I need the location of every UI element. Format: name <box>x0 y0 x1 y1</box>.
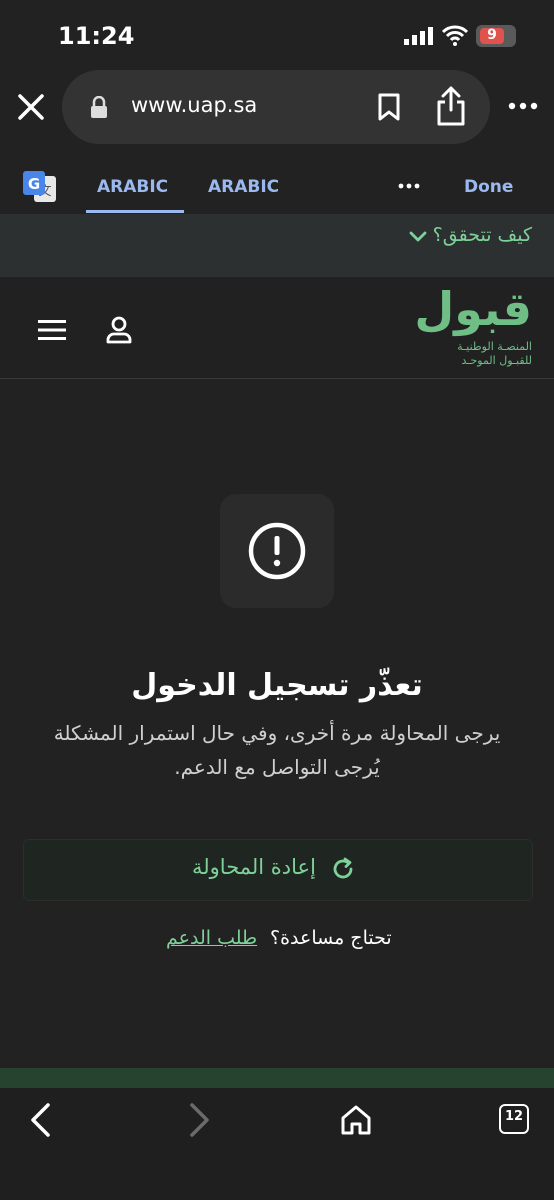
error-message: يرجى المحاولة مرة أخرى، وفي حال استمرار … <box>53 721 501 779</box>
tabs-icon[interactable]: 12 <box>499 1104 529 1134</box>
status-time: 11:24 <box>58 22 135 50</box>
translate-more-icon[interactable] <box>398 182 420 190</box>
site-logo[interactable]: قبول <box>414 282 532 336</box>
refresh-icon[interactable] <box>331 857 355 881</box>
forward-icon[interactable] <box>186 1102 212 1138</box>
wifi-icon <box>442 25 468 46</box>
svg-text:G: G <box>28 175 40 193</box>
footer-strip <box>0 1068 554 1088</box>
help-question: تحتاج مساعدة؟ <box>270 927 392 949</box>
logo-subtitle-line1: المنصـة الوطنيـة <box>457 340 532 353</box>
share-icon[interactable] <box>434 86 468 126</box>
verify-link[interactable]: كيف تتحقق؟ <box>433 224 532 246</box>
more-icon[interactable] <box>508 100 538 112</box>
retry-button-label[interactable]: إعادة المحاولة <box>192 855 316 879</box>
google-translate-icon[interactable]: 文 G <box>22 170 58 204</box>
alert-circle-icon <box>248 522 306 580</box>
support-request-link[interactable]: طلب الدعم <box>166 927 257 949</box>
url-bar[interactable] <box>62 70 490 144</box>
bottom-toolbar <box>0 1088 554 1200</box>
battery-percent: 9 <box>487 27 497 43</box>
active-tab-indicator <box>86 210 184 213</box>
battery-icon: 9 <box>476 25 516 47</box>
chevron-down-icon[interactable] <box>408 229 428 245</box>
cellular-signal-icon <box>404 27 433 45</box>
home-icon[interactable] <box>340 1104 372 1136</box>
error-title: تعذّر تسجيل الدخول <box>131 668 423 703</box>
hamburger-menu-icon[interactable] <box>38 319 66 341</box>
bookmark-icon[interactable] <box>376 92 402 122</box>
tab-target-language[interactable]: ARABIC <box>208 177 279 197</box>
logo-subtitle-line2: للقبـول الموحـد <box>461 354 532 367</box>
lock-icon <box>91 96 107 118</box>
back-icon[interactable] <box>28 1102 54 1138</box>
tab-source-language[interactable]: ARABIC <box>97 177 168 197</box>
tabs-count[interactable]: 12 <box>501 1109 527 1124</box>
url-text[interactable]: www.uap.sa <box>131 93 257 117</box>
done-button[interactable]: Done <box>464 177 513 197</box>
user-icon[interactable] <box>106 316 132 344</box>
close-icon[interactable] <box>14 90 48 124</box>
